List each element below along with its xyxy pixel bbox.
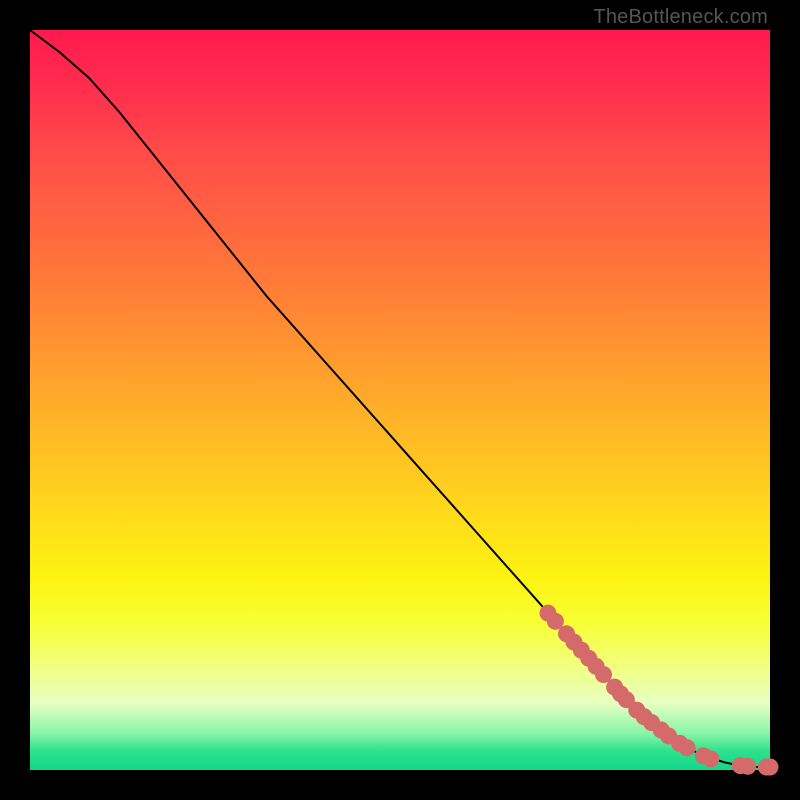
chart-frame: TheBottleneck.com [0, 0, 800, 800]
chart-marker-dot [762, 759, 779, 776]
chart-marker-dot [739, 758, 756, 775]
chart-markers [540, 605, 779, 776]
chart-svg [30, 30, 770, 770]
chart-marker-dot [679, 739, 696, 756]
chart-line [30, 30, 770, 767]
chart-marker-dot [702, 750, 719, 767]
watermark-text: TheBottleneck.com [593, 6, 768, 29]
